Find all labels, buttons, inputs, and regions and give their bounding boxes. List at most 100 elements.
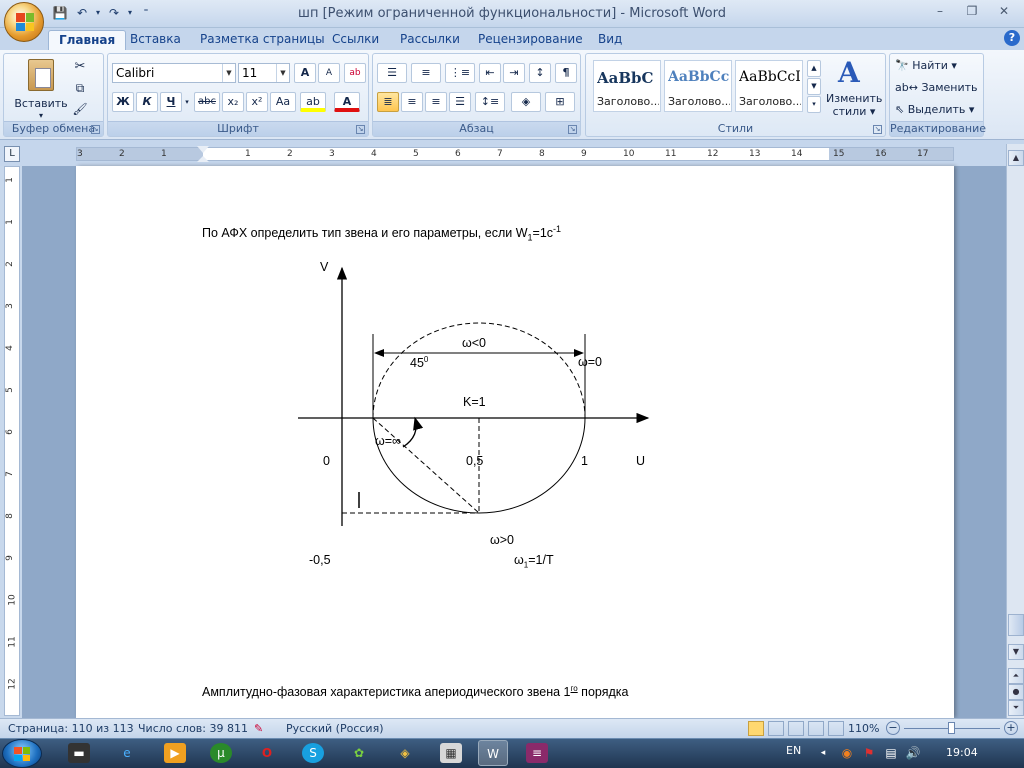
full-screen-icon[interactable] bbox=[768, 721, 784, 736]
decrease-indent-icon[interactable]: ⇤ bbox=[479, 63, 501, 83]
tray-volume-icon[interactable]: 🔊 bbox=[902, 743, 924, 763]
line-spacing-icon[interactable]: ↕≡ bbox=[475, 92, 505, 112]
cut-icon[interactable]: ✂ bbox=[70, 57, 90, 77]
numbering-icon[interactable]: ≡ bbox=[411, 63, 441, 83]
change-case-button[interactable]: Aa bbox=[270, 92, 296, 112]
next-page-icon[interactable]: ⏷ bbox=[1008, 700, 1024, 716]
font-name-combo[interactable]: Calibri ▼ bbox=[112, 63, 236, 83]
winrar-icon[interactable]: ≡ bbox=[526, 743, 548, 763]
font-color-button[interactable]: A bbox=[334, 92, 360, 112]
word-taskbar-icon[interactable]: W bbox=[478, 740, 508, 766]
tab-review[interactable]: Рецензирование bbox=[468, 30, 593, 50]
show-desktop-icon[interactable]: ▬ bbox=[68, 743, 90, 763]
format-painter-icon[interactable]: 🖌 bbox=[70, 99, 90, 119]
zoom-slider-thumb[interactable] bbox=[948, 722, 955, 734]
shrink-font-button[interactable]: A bbox=[318, 63, 340, 83]
tab-selector[interactable]: L bbox=[4, 146, 20, 162]
browse-object-icon[interactable]: ● bbox=[1008, 684, 1024, 700]
find-button[interactable]: 🔭 Найти ▾ bbox=[894, 56, 980, 76]
language-indicator[interactable]: EN bbox=[786, 744, 801, 757]
multilevel-list-icon[interactable]: ⋮≡ bbox=[445, 63, 475, 83]
tray-network-icon[interactable]: ▤ bbox=[880, 743, 902, 763]
align-center-icon[interactable]: ≡ bbox=[401, 92, 423, 112]
paste-button[interactable]: Вставить ▾ bbox=[12, 56, 68, 120]
customize-qat-icon[interactable]: ⁼ bbox=[138, 5, 154, 21]
previous-page-icon[interactable]: ⏶ bbox=[1008, 668, 1024, 684]
grow-font-button[interactable]: A bbox=[294, 63, 316, 83]
tab-home[interactable]: Главная bbox=[48, 30, 127, 50]
superscript-button[interactable]: x² bbox=[246, 92, 268, 112]
styles-launcher-icon[interactable]: ↘ bbox=[873, 125, 882, 134]
horizontal-ruler[interactable]: 3 2 1 1 2 3 4 5 6 7 8 9 10 11 12 13 14 15 16 17 bbox=[76, 146, 954, 162]
ie-icon[interactable]: e bbox=[116, 743, 138, 763]
start-button[interactable] bbox=[2, 739, 42, 768]
utorrent-icon[interactable]: µ bbox=[210, 743, 232, 763]
bold-button[interactable]: Ж bbox=[112, 92, 134, 112]
change-styles-button[interactable]: A Изменить стили ▾ bbox=[826, 56, 882, 120]
media-player-icon[interactable]: ▶ bbox=[164, 743, 186, 763]
scroll-thumb[interactable] bbox=[1008, 614, 1024, 636]
copy-icon[interactable]: ⧉ bbox=[70, 78, 90, 98]
clipboard-launcher-icon[interactable]: ↘ bbox=[91, 125, 100, 134]
minimize-button[interactable]: – bbox=[926, 2, 954, 20]
style-heading-3[interactable]: AaBbCcI Заголово... bbox=[735, 60, 803, 112]
close-button[interactable]: ✕ bbox=[990, 2, 1018, 20]
justify-icon[interactable]: ☰ bbox=[449, 92, 471, 112]
show-marks-button[interactable]: ¶ bbox=[555, 63, 577, 83]
italic-button[interactable]: К bbox=[136, 92, 158, 112]
hanging-indent-marker[interactable] bbox=[197, 156, 209, 162]
styles-scroll-down-icon[interactable]: ▼ bbox=[807, 78, 821, 95]
icq-icon[interactable]: ✿ bbox=[348, 743, 370, 763]
web-layout-icon[interactable] bbox=[788, 721, 804, 736]
zoom-out-button[interactable]: − bbox=[886, 721, 900, 735]
font-size-combo[interactable]: 11 ▼ bbox=[238, 63, 290, 83]
help-icon[interactable]: ? bbox=[1004, 30, 1020, 46]
save-icon[interactable]: 💾 bbox=[52, 5, 68, 21]
undo-dropdown-icon[interactable]: ▾ bbox=[90, 5, 106, 21]
align-left-icon[interactable]: ≣ bbox=[377, 92, 399, 112]
tray-app-icon[interactable]: ◉ bbox=[836, 743, 858, 763]
zoom-in-button[interactable]: + bbox=[1004, 721, 1018, 735]
strikethrough-button[interactable]: abc bbox=[194, 92, 220, 112]
bullets-icon[interactable]: ☰ bbox=[377, 63, 407, 83]
first-line-indent-marker[interactable] bbox=[197, 146, 209, 153]
increase-indent-icon[interactable]: ⇥ bbox=[503, 63, 525, 83]
shading-icon[interactable]: ◈ bbox=[511, 92, 541, 112]
align-right-icon[interactable]: ≡ bbox=[425, 92, 447, 112]
zoom-level[interactable]: 110% bbox=[848, 722, 879, 735]
clock[interactable]: 19:04 bbox=[946, 746, 978, 759]
scroll-down-icon[interactable]: ▼ bbox=[1008, 644, 1024, 660]
styles-more-icon[interactable]: ▾ bbox=[807, 96, 821, 113]
tab-page-layout[interactable]: Разметка страницы bbox=[190, 30, 335, 50]
page-status[interactable]: Страница: 110 из 113 bbox=[8, 722, 134, 735]
print-layout-icon[interactable] bbox=[748, 721, 764, 736]
outline-icon[interactable] bbox=[808, 721, 824, 736]
scroll-up-icon[interactable]: ▲ bbox=[1008, 150, 1024, 166]
tab-view[interactable]: Вид bbox=[588, 30, 632, 50]
borders-icon[interactable]: ⊞ bbox=[545, 92, 575, 112]
vertical-scrollbar[interactable]: ▲ ▼ ⏶ ● ⏷ bbox=[1006, 144, 1024, 718]
underline-dropdown-icon[interactable]: ▾ bbox=[182, 92, 192, 112]
calculator-icon[interactable]: ▦ bbox=[440, 743, 462, 763]
styles-scroll-up-icon[interactable]: ▲ bbox=[807, 60, 821, 77]
redo-dropdown-icon[interactable]: ▾ bbox=[122, 5, 138, 21]
style-heading-1[interactable]: AaBbC Заголово... bbox=[593, 60, 661, 112]
office-button[interactable] bbox=[4, 2, 44, 42]
draft-icon[interactable] bbox=[828, 721, 844, 736]
clear-format-button[interactable]: ab bbox=[344, 63, 366, 83]
font-launcher-icon[interactable]: ↘ bbox=[356, 125, 365, 134]
subscript-button[interactable]: x₂ bbox=[222, 92, 244, 112]
tab-insert[interactable]: Вставка bbox=[120, 30, 191, 50]
word-count[interactable]: Число слов: 39 811 bbox=[138, 722, 248, 735]
spelling-icon[interactable]: ✎ bbox=[254, 722, 263, 735]
maximize-button[interactable]: ❐ bbox=[958, 2, 986, 20]
highlight-button[interactable]: ab bbox=[300, 92, 326, 112]
tray-arrow-icon[interactable]: ◂ bbox=[812, 743, 834, 763]
document-page[interactable]: По АФХ определить тип звена и его параме… bbox=[76, 166, 954, 718]
language-status[interactable]: Русский (Россия) bbox=[286, 722, 384, 735]
redo-icon[interactable]: ↷ bbox=[106, 5, 122, 21]
paragraph-launcher-icon[interactable]: ↘ bbox=[568, 125, 577, 134]
app-icon[interactable]: ◈ bbox=[394, 743, 416, 763]
tab-references[interactable]: Ссылки bbox=[322, 30, 389, 50]
select-button[interactable]: ⇖ Выделить ▾ bbox=[894, 100, 980, 120]
